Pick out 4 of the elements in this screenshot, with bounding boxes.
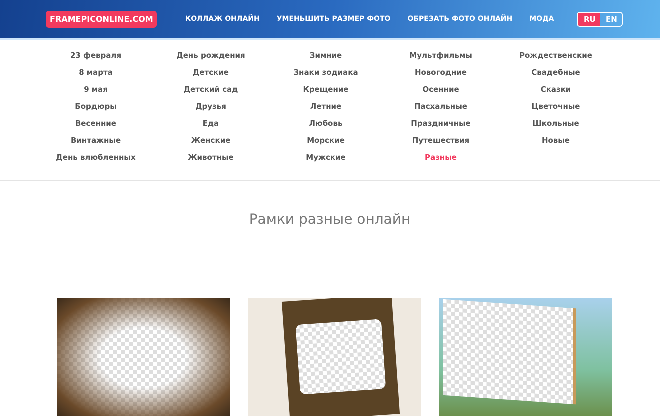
site-logo[interactable]: FRAMEPICONLINE.COM [46,10,158,28]
frame-preview[interactable] [57,298,230,416]
page-title: Рамки разные онлайн [248,212,412,228]
frame-preview[interactable] [248,298,421,416]
